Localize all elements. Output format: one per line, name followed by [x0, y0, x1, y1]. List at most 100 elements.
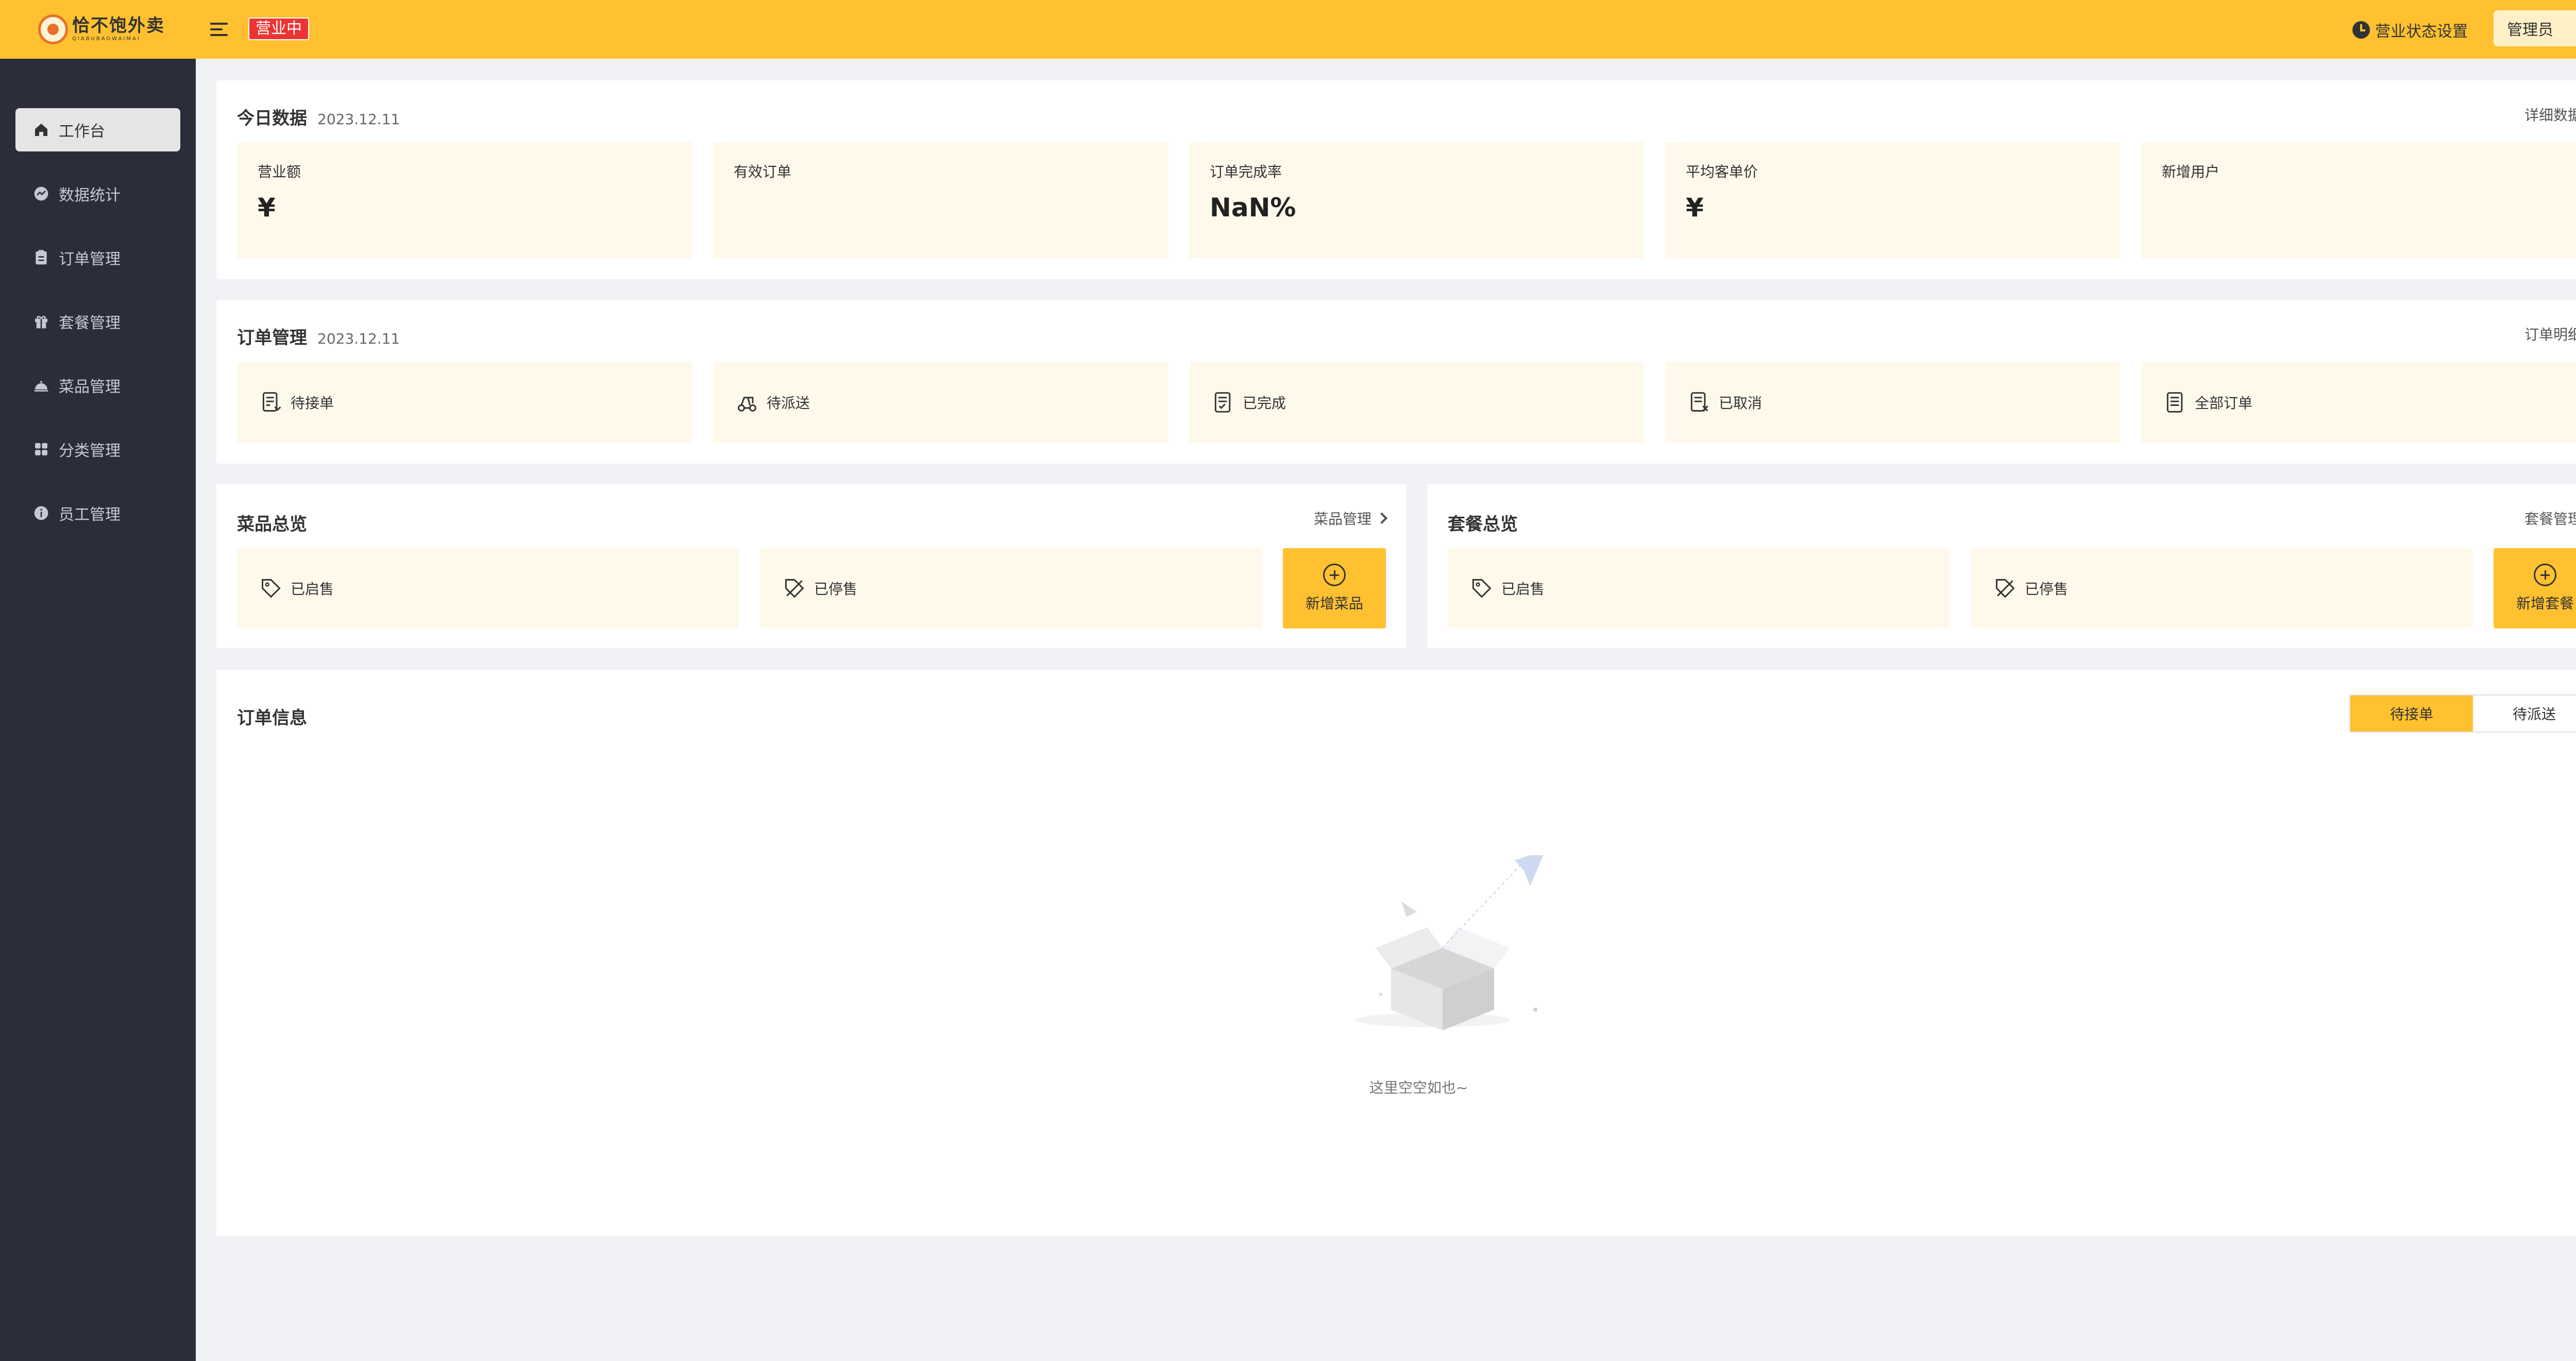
order-detail-link[interactable]: 订单明细: [2524, 324, 2576, 344]
order-info-tabs: 待接单 待派送: [2349, 694, 2576, 733]
stat-label: 订单完成率: [1210, 163, 1282, 180]
detail-data-link[interactable]: 详细数据: [2524, 104, 2576, 125]
dish-management-link[interactable]: 菜品管理: [1313, 508, 1388, 529]
tag-off-icon: [785, 579, 804, 598]
order-tile-all[interactable]: 全部订单: [2141, 362, 2576, 443]
order-all-icon: [2166, 392, 2183, 413]
dish-on-sale-label: 已启售: [291, 581, 334, 598]
order-management-title: 订单管理: [237, 328, 307, 348]
dish-on-sale-tile[interactable]: 已启售: [237, 548, 739, 628]
tag-icon: [262, 579, 281, 598]
clock-icon: [2352, 21, 2370, 39]
home-icon: [33, 122, 49, 138]
order-tile-pending[interactable]: 待接单: [237, 362, 692, 443]
add-dish-button[interactable]: 新增菜品: [1283, 548, 1386, 628]
order-done-icon: [1214, 392, 1231, 413]
business-status-setting-label: 营业状态设置: [2375, 23, 2468, 41]
info-icon: [33, 505, 49, 521]
stat-value: ¥: [258, 193, 276, 223]
today-data-date: 2023.12.11: [317, 111, 400, 128]
business-status-badge: 营业中: [248, 18, 309, 40]
order-info-title: 订单信息: [237, 708, 307, 728]
plus-circle-icon: [2534, 564, 2556, 586]
stat-label: 营业额: [258, 163, 301, 180]
logo-icon: [38, 14, 68, 44]
admin-dropdown[interactable]: 管理员: [2494, 10, 2576, 46]
combo-management-label: 套餐管理: [2524, 511, 2576, 528]
chart-icon: [33, 185, 49, 202]
order-tile-cancelled[interactable]: 已取消: [1665, 362, 2121, 443]
stat-tile-avg-price: 平均客单价 ¥: [1665, 142, 2121, 259]
combo-on-sale-label: 已启售: [1501, 581, 1545, 598]
combo-management-link[interactable]: 套餐管理: [2524, 508, 2576, 529]
sidebar: 工作台 数据统计 订单管理 套餐管理 菜品管理 分类管理 员工管理: [0, 59, 196, 1361]
chevron-right-icon: [1376, 512, 1388, 524]
sidebar-item-label: 订单管理: [59, 250, 121, 268]
admin-label: 管理员: [2507, 21, 2553, 39]
stat-label: 新增用户: [2162, 163, 2220, 180]
order-info-card: 订单信息 待接单 待派送 这里空空如也~: [216, 670, 2576, 1236]
order-tile-label: 全部订单: [2195, 395, 2253, 412]
sidebar-item-combos[interactable]: 套餐管理: [15, 300, 180, 343]
empty-box-illustration: [1355, 855, 1544, 1030]
sidebar-item-statistics[interactable]: 数据统计: [15, 172, 180, 215]
today-data-title: 今日数据: [237, 108, 307, 129]
combo-on-sale-tile[interactable]: 已启售: [1448, 548, 1950, 628]
add-combo-button[interactable]: 新增套餐: [2494, 548, 2576, 628]
order-tile-label: 待接单: [291, 395, 334, 412]
sidebar-item-employees[interactable]: 员工管理: [15, 491, 180, 535]
order-tile-label: 已完成: [1243, 395, 1286, 412]
menu-toggle-icon[interactable]: [210, 21, 228, 38]
grid-icon: [33, 441, 49, 457]
sidebar-item-label: 菜品管理: [59, 378, 121, 396]
order-management-date: 2023.12.11: [317, 330, 400, 347]
sidebar-item-categories[interactable]: 分类管理: [15, 428, 180, 471]
stat-tile-revenue: 营业额 ¥: [237, 142, 692, 259]
add-combo-label: 新增套餐: [2516, 595, 2574, 612]
combos-overview-card: 套餐总览 套餐管理 已启售 已停售 新增套餐: [1427, 484, 2576, 648]
sidebar-item-label: 分类管理: [59, 442, 121, 460]
dish-off-sale-tile[interactable]: 已停售: [760, 548, 1262, 628]
logo[interactable]: 恰不饱外卖 QIABUBAOWAIMAI: [38, 14, 165, 44]
add-dish-label: 新增菜品: [1305, 595, 1363, 612]
stat-label: 有效订单: [734, 163, 792, 180]
detail-data-label: 详细数据: [2524, 107, 2576, 124]
combo-off-sale-tile[interactable]: 已停售: [1971, 548, 2473, 628]
delivery-icon: [738, 397, 756, 412]
stat-tile-new-users: 新增用户: [2141, 142, 2576, 259]
empty-state-text: 这里空空如也~: [1369, 1079, 1468, 1096]
sidebar-item-label: 工作台: [59, 123, 105, 141]
stat-value: NaN%: [1210, 193, 1296, 223]
dishes-overview-title: 菜品总览: [237, 514, 307, 535]
logo-pinyin: QIABUBAOWAIMAI: [72, 36, 141, 42]
stat-tile-valid-orders: 有效订单: [713, 142, 1168, 259]
order-tile-delivering[interactable]: 待派送: [713, 362, 1168, 443]
tab-delivering[interactable]: 待派送: [2473, 695, 2576, 731]
sidebar-item-dishes[interactable]: 菜品管理: [15, 364, 180, 407]
order-tile-completed[interactable]: 已完成: [1189, 362, 1645, 443]
stat-tile-completion-rate: 订单完成率 NaN%: [1189, 142, 1645, 259]
top-bar: 恰不饱外卖 QIABUBAOWAIMAI 营业中 营业状态设置 管理员: [0, 0, 2576, 59]
clipboard-icon: [33, 249, 49, 266]
order-detail-label: 订单明细: [2524, 326, 2576, 343]
sidebar-item-label: 数据统计: [59, 186, 121, 205]
sidebar-item-label: 员工管理: [59, 506, 121, 524]
tab-pending[interactable]: 待接单: [2350, 695, 2473, 731]
stat-value: ¥: [1686, 193, 1704, 223]
sidebar-nav: 工作台 数据统计 订单管理 套餐管理 菜品管理 分类管理 员工管理: [15, 108, 180, 555]
stat-label: 平均客单价: [1686, 163, 1758, 180]
sidebar-item-label: 套餐管理: [59, 314, 121, 332]
tag-icon: [1472, 579, 1492, 598]
sidebar-item-orders[interactable]: 订单管理: [15, 236, 180, 279]
order-pending-icon: [262, 392, 281, 412]
order-management-card: 订单管理 2023.12.11 订单明细 待接单 待派送 已完成 已取消 全部订单: [216, 300, 2576, 464]
tag-off-icon: [1996, 579, 2015, 598]
dish-management-label: 菜品管理: [1313, 511, 1371, 528]
business-status-setting-button[interactable]: 营业状态设置: [2352, 19, 2468, 41]
order-tile-label: 待派送: [767, 395, 810, 412]
today-data-card: 今日数据 2023.12.11 详细数据 营业额 ¥ 有效订单 订单完成率 NaN…: [216, 80, 2576, 279]
gift-icon: [33, 313, 49, 330]
order-cancel-icon: [1690, 392, 1708, 412]
order-tile-label: 已取消: [1719, 395, 1762, 412]
sidebar-item-workbench[interactable]: 工作台: [15, 108, 180, 151]
